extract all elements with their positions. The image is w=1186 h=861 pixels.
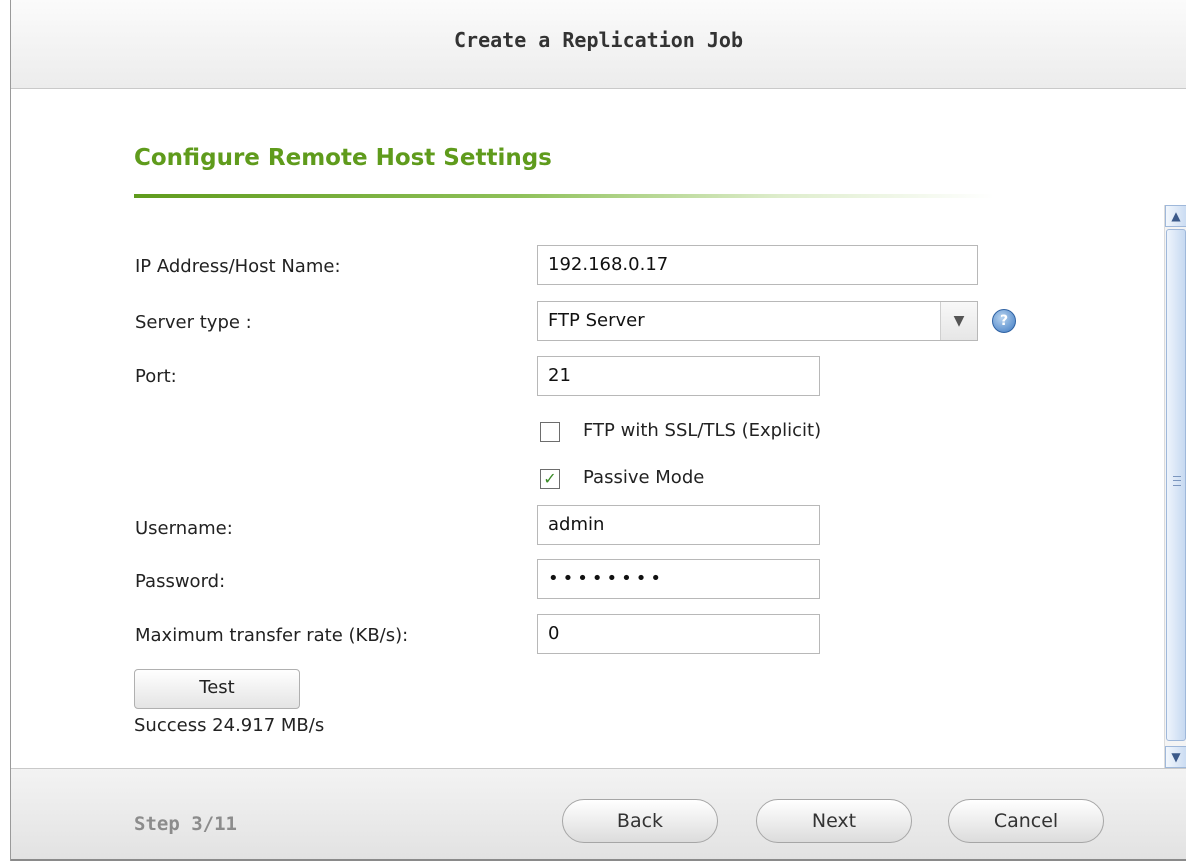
checkmark-icon: ✓ [543, 469, 557, 488]
vertical-scrollbar[interactable]: ▲ ▼ [1164, 205, 1186, 768]
scroll-thumb[interactable] [1166, 229, 1186, 741]
passive-mode-checkbox[interactable]: ✓ [540, 469, 560, 489]
test-result-text: Success 24.917 MB/s [134, 715, 325, 736]
dialog-titlebar: Create a Replication Job [11, 0, 1186, 89]
back-button[interactable]: Back [562, 799, 718, 843]
test-button[interactable]: Test [134, 669, 300, 709]
cancel-button[interactable]: Cancel [948, 799, 1104, 843]
password-input[interactable]: •••••••• [537, 559, 820, 599]
passive-mode-label: Passive Mode [583, 467, 705, 488]
server-type-label: Server type : [135, 312, 252, 333]
help-icon[interactable]: ? [992, 309, 1016, 333]
scroll-down-arrow-icon[interactable]: ▼ [1165, 746, 1186, 768]
dialog-title: Create a Replication Job [454, 28, 743, 52]
ftp-ssl-label: FTP with SSL/TLS (Explicit) [583, 420, 822, 441]
port-label: Port: [135, 366, 177, 387]
next-button[interactable]: Next [756, 799, 912, 843]
dialog-footer: Step 3/11 Back Next Cancel [11, 768, 1186, 861]
chevron-down-icon[interactable]: ▼ [940, 302, 977, 340]
server-type-select[interactable]: FTP Server ▼ [537, 301, 978, 341]
max-rate-input[interactable]: 0 [537, 614, 820, 654]
password-label: Password: [135, 571, 226, 592]
server-type-value: FTP Server [548, 310, 645, 331]
scroll-up-arrow-icon[interactable]: ▲ [1165, 205, 1186, 227]
max-rate-label: Maximum transfer rate (KB/s): [135, 625, 409, 646]
username-input[interactable]: admin [537, 505, 820, 545]
grip-icon [1173, 476, 1181, 486]
ftp-ssl-checkbox[interactable] [540, 422, 560, 442]
port-input[interactable]: 21 [537, 356, 820, 396]
replication-job-dialog: Create a Replication Job Configure Remot… [10, 0, 1186, 861]
section-divider [134, 194, 994, 198]
step-indicator: Step 3/11 [134, 813, 237, 835]
section-title: Configure Remote Host Settings [134, 145, 552, 171]
host-input[interactable]: 192.168.0.17 [537, 245, 978, 285]
username-label: Username: [135, 518, 233, 539]
host-label: IP Address/Host Name: [135, 256, 341, 277]
